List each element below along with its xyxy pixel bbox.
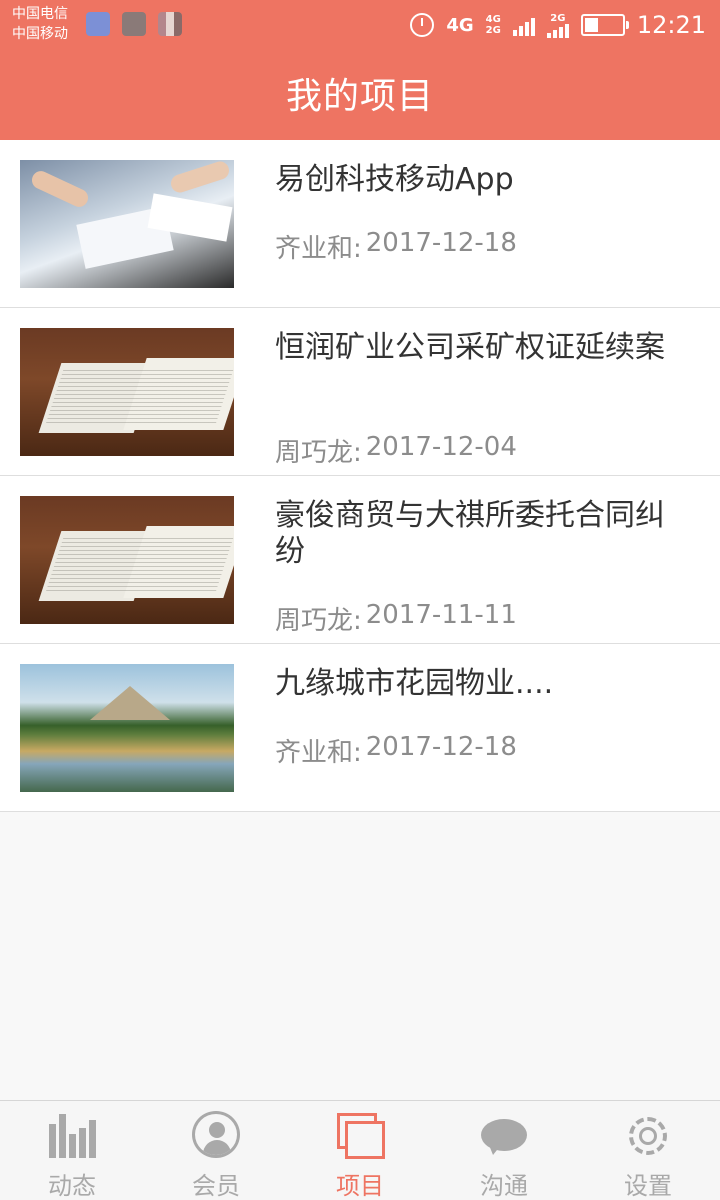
chat-tail	[489, 1145, 501, 1155]
gallery-app-icon	[122, 12, 146, 36]
bar-chart-icon	[47, 1111, 97, 1158]
project-title: 豪俊商贸与大祺所委托合同纠纷	[275, 498, 665, 569]
tab-chat[interactable]: 沟通	[432, 1101, 576, 1200]
project-meta: 齐业和: 2017-12-18	[275, 228, 517, 265]
project-date: 2017-12-18	[365, 228, 517, 258]
project-meta: 齐业和: 2017-12-18	[275, 732, 517, 769]
project-item[interactable]: 易创科技移动App 齐业和: 2017-12-18	[0, 140, 720, 308]
network-type: 4G	[446, 14, 474, 36]
carrier-info: 中国电信 中国移动	[12, 4, 68, 44]
notification-icons	[86, 12, 182, 36]
tab-member[interactable]: 会员	[144, 1101, 288, 1200]
network-type-dual: 4G 2G	[486, 14, 501, 36]
status-indicators: 4G 4G 2G 2G 12:21	[410, 8, 706, 42]
open-book-image	[20, 328, 234, 456]
alarm-icon	[410, 13, 435, 37]
chat-icon	[479, 1111, 529, 1158]
signal-2-icon	[546, 23, 569, 38]
tab-dongtai[interactable]: 动态	[0, 1101, 144, 1200]
project-date: 2017-12-18	[365, 732, 517, 762]
gear-hole	[639, 1127, 657, 1145]
project-item[interactable]: 豪俊商贸与大祺所委托合同纠纷 周巧龙: 2017-11-11	[0, 476, 720, 644]
project-list: 易创科技移动App 齐业和: 2017-12-18 恒润矿业公司采矿权证延续案 …	[0, 140, 720, 812]
project-item[interactable]: 恒润矿业公司采矿权证延续案 周巧龙: 2017-12-04	[0, 308, 720, 476]
project-meta: 周巧龙: 2017-12-04	[275, 432, 517, 469]
carrier-2: 中国移动	[12, 26, 68, 42]
photo-app-icon	[158, 12, 182, 36]
battery-icon	[580, 14, 629, 36]
network-type-2: 2G	[550, 12, 566, 24]
network-type-top: 4G	[485, 14, 501, 25]
project-author: 齐业和:	[275, 738, 362, 768]
project-title: 恒润矿业公司采矿权证延续案	[275, 330, 665, 365]
project-date: 2017-11-11	[365, 600, 517, 630]
project-date: 2017-12-04	[365, 432, 517, 462]
project-icon	[335, 1111, 385, 1159]
member-body	[203, 1140, 231, 1155]
tab-label: 沟通	[480, 1172, 528, 1200]
member-head	[209, 1122, 225, 1138]
clock: 12:21	[636, 11, 706, 39]
project-author: 齐业和:	[275, 234, 362, 264]
chat-bubble	[481, 1119, 527, 1151]
arm-shape	[168, 160, 232, 195]
mountain-shape	[90, 686, 170, 720]
network-2-group: 2G	[546, 12, 569, 38]
member-icon	[192, 1111, 240, 1158]
open-book-image	[20, 496, 234, 624]
tab-label: 会员	[192, 1172, 240, 1200]
bottom-tab-bar: 动态 会员 项目 沟通 设置	[0, 1100, 720, 1200]
book-text-lines	[46, 536, 234, 591]
office-meeting-image	[20, 160, 234, 288]
project-title: 易创科技移动App	[275, 162, 514, 197]
book-text-lines	[46, 368, 234, 423]
tab-label: 设置	[624, 1172, 672, 1200]
tab-settings[interactable]: 设置	[576, 1101, 720, 1200]
sheet-front	[345, 1121, 385, 1159]
tab-label: 动态	[48, 1172, 96, 1200]
status-bar: 中国电信 中国移动 4G 4G 2G 2G 12:21	[0, 0, 720, 50]
arm-shape	[29, 168, 91, 210]
project-title: 九缘城市花园物业....	[275, 666, 554, 701]
tab-label: 项目	[336, 1172, 384, 1200]
lake-landscape-image	[20, 664, 234, 792]
app-header: 我的项目	[0, 50, 720, 140]
carrier-1: 中国电信	[12, 6, 68, 22]
gear-icon	[623, 1111, 673, 1158]
tab-project[interactable]: 项目	[288, 1101, 432, 1200]
page-title: 我的项目	[285, 76, 434, 117]
health-app-icon	[86, 12, 110, 36]
project-author: 周巧龙:	[275, 438, 362, 468]
project-meta: 周巧龙: 2017-11-11	[275, 600, 517, 637]
signal-icon	[512, 14, 535, 36]
network-type-bottom: 2G	[485, 25, 501, 36]
project-author: 周巧龙:	[275, 606, 362, 636]
project-item[interactable]: 九缘城市花园物业.... 齐业和: 2017-12-18	[0, 644, 720, 812]
